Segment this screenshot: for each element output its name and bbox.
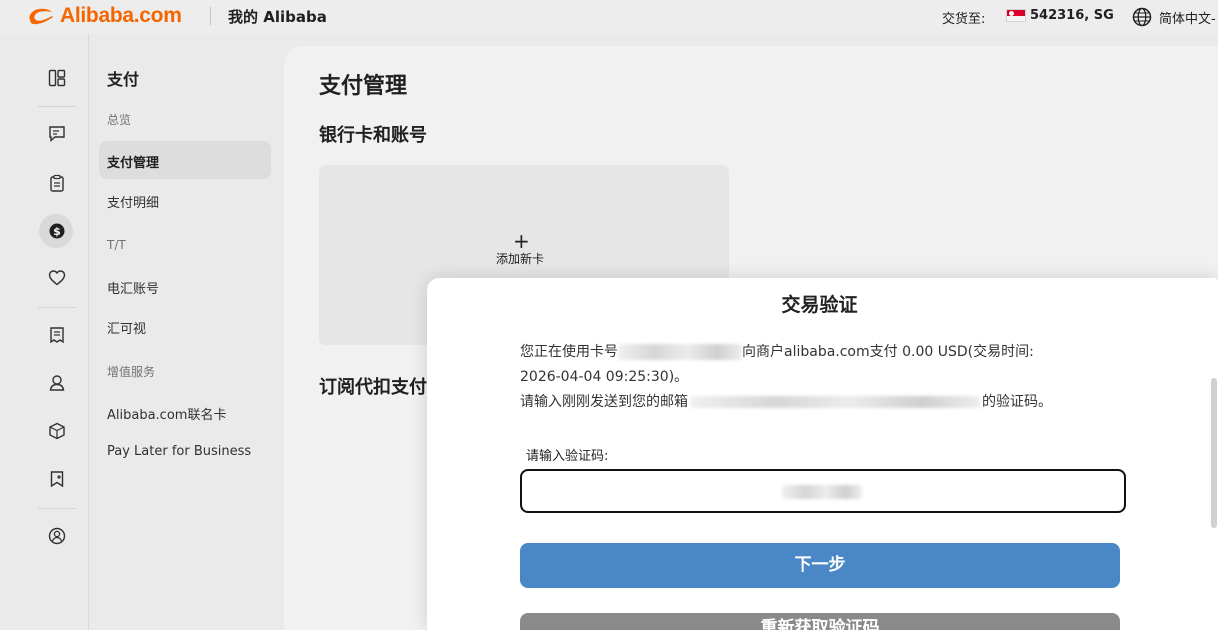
verification-code-label: 请输入验证码: [526,449,609,464]
redacted-email [690,396,980,408]
message-merchant-text: 向商户alibaba.com支付 0.00 USD(交易时间: [742,344,1034,360]
verification-message-line3: 请输入刚刚发送到您的邮箱 的验证码。 [520,392,1052,412]
message-email-suffix: 的验证码。 [982,394,1052,410]
resend-code-button[interactable]: 重新获取验证码 [520,613,1120,630]
modal-scrollbar[interactable] [1211,378,1217,528]
next-step-button[interactable]: 下一步 [520,543,1120,588]
message-email-prefix: 请输入刚刚发送到您的邮箱 [520,394,688,410]
transaction-verification-modal: 交易验证 您正在使用卡号 向商户alibaba.com支付 0.00 USD(交易… [427,278,1218,630]
modal-title: 交易验证 [781,294,858,316]
message-card-prefix: 您正在使用卡号 [520,344,618,360]
redacted-code-value [782,485,862,499]
verification-message-line2: 2026-04-04 09:25:30)。 [520,369,689,385]
verification-message-line1: 您正在使用卡号 向商户alibaba.com支付 0.00 USD(交易时间: [520,342,1034,362]
redacted-card-number [618,344,742,360]
